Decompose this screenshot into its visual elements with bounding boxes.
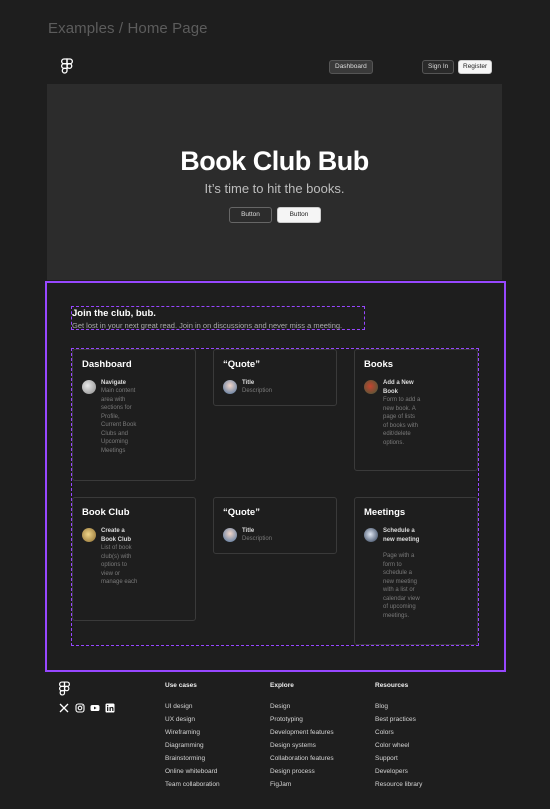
footer-link[interactable]: Wireframing	[165, 726, 220, 739]
card-title: Book Club	[82, 507, 130, 518]
footer-column-title: Resources	[375, 682, 409, 689]
meetings-avatar-icon	[364, 528, 378, 542]
instagram-icon[interactable]	[75, 703, 85, 713]
hero-title: Book Club Bub	[180, 146, 369, 176]
footer-link[interactable]: Online whiteboard	[165, 765, 220, 778]
card-quote-1[interactable]: “Quote” Title Description	[213, 349, 337, 406]
card-item-description: Description	[242, 536, 273, 542]
footer-link[interactable]: Resource library	[375, 778, 422, 791]
footer-link[interactable]: UI design	[165, 700, 220, 713]
card-book-club[interactable]: Book Club Create a Book Club List of boo…	[72, 497, 196, 621]
sign-in-button[interactable]: Sign In	[422, 60, 455, 74]
footer-column-resources: Resources Blog Best practices Colors Col…	[375, 682, 422, 791]
intro-block: Join the club, bub. Get lost in your nex…	[71, 306, 365, 330]
books-avatar-icon	[364, 380, 378, 394]
card-item-description: Form to add a new book. A page of lists …	[383, 397, 421, 446]
hero-secondary-button[interactable]: Button	[229, 207, 272, 223]
card-title: Meetings	[364, 507, 406, 518]
intro-text: Get lost in your next great read. Join i…	[72, 321, 343, 330]
card-item-title: Add a New Book	[383, 380, 414, 395]
card-item-title: Schedule a new meeting	[383, 528, 420, 543]
card-item-description: Page with a form to schedule a new meeti…	[383, 553, 420, 619]
card-title: “Quote”	[223, 507, 260, 518]
breadcrumb: Examples / Home Page	[48, 20, 208, 37]
footer-link[interactable]: Design systems	[270, 739, 334, 752]
card-title: Books	[364, 359, 394, 370]
footer-link[interactable]: Collaboration features	[270, 752, 334, 765]
dashboard-button[interactable]: Dashboard	[329, 60, 373, 74]
card-quote-2[interactable]: “Quote” Title Description	[213, 497, 337, 554]
intro-title: Join the club, bub.	[72, 308, 156, 319]
footer-link[interactable]: Best practices	[375, 713, 422, 726]
footer-link[interactable]: Colors	[375, 726, 422, 739]
footer-column-title: Explore	[270, 682, 294, 689]
card-item-title: Create a Book Club	[101, 528, 131, 543]
card-meetings[interactable]: Meetings Schedule a new meeting Page wit…	[354, 497, 478, 645]
footer-link[interactable]: Prototyping	[270, 713, 334, 726]
footer-link[interactable]: Color wheel	[375, 739, 422, 752]
figma-logo-icon[interactable]	[59, 681, 70, 696]
person-avatar-icon	[223, 380, 237, 394]
card-dashboard[interactable]: Dashboard Navigate Main content area wit…	[72, 349, 196, 481]
book-club-avatar-icon	[82, 528, 96, 542]
hero-primary-button[interactable]: Button	[277, 207, 321, 223]
card-books[interactable]: Books Add a New Book Form to add a new b…	[354, 349, 478, 471]
footer-link[interactable]: Team collaboration	[165, 778, 220, 791]
footer: Use cases UI design UX design Wireframin…	[47, 672, 502, 809]
hero-section: Book Club Bub It’s time to hit the books…	[47, 84, 502, 280]
hero-subtitle: It’s time to hit the books.	[204, 181, 345, 196]
footer-link[interactable]: Brainstorming	[165, 752, 220, 765]
footer-link[interactable]: Design process	[270, 765, 334, 778]
card-title: “Quote”	[223, 359, 260, 370]
card-title: Dashboard	[82, 359, 132, 370]
x-icon[interactable]	[59, 703, 69, 713]
footer-link[interactable]: Blog	[375, 700, 422, 713]
footer-link[interactable]: Diagramming	[165, 739, 220, 752]
top-navigation: Dashboard Sign In Register	[47, 49, 502, 84]
footer-link[interactable]: FigJam	[270, 778, 334, 791]
linkedin-icon[interactable]	[105, 703, 115, 713]
footer-link[interactable]: Support	[375, 752, 422, 765]
book-stack-avatar-icon	[82, 380, 96, 394]
footer-link[interactable]: Design	[270, 700, 334, 713]
footer-link[interactable]: Development features	[270, 726, 334, 739]
figma-logo-icon[interactable]	[61, 58, 73, 74]
person-avatar-icon	[223, 528, 237, 542]
footer-column-explore: Explore Design Prototyping Development f…	[270, 682, 334, 791]
footer-link[interactable]: UX design	[165, 713, 220, 726]
footer-column-use-cases: Use cases UI design UX design Wireframin…	[165, 682, 220, 791]
card-item-description: List of book club(s) with options to vie…	[101, 545, 138, 585]
card-item-description: Main content area with sections for Prof…	[101, 388, 137, 454]
card-item-description: Description	[242, 388, 273, 394]
card-grid: Dashboard Navigate Main content area wit…	[71, 348, 479, 646]
register-button[interactable]: Register	[458, 60, 493, 74]
footer-column-title: Use cases	[165, 682, 197, 689]
footer-link[interactable]: Developers	[375, 765, 422, 778]
youtube-icon[interactable]	[90, 703, 100, 713]
